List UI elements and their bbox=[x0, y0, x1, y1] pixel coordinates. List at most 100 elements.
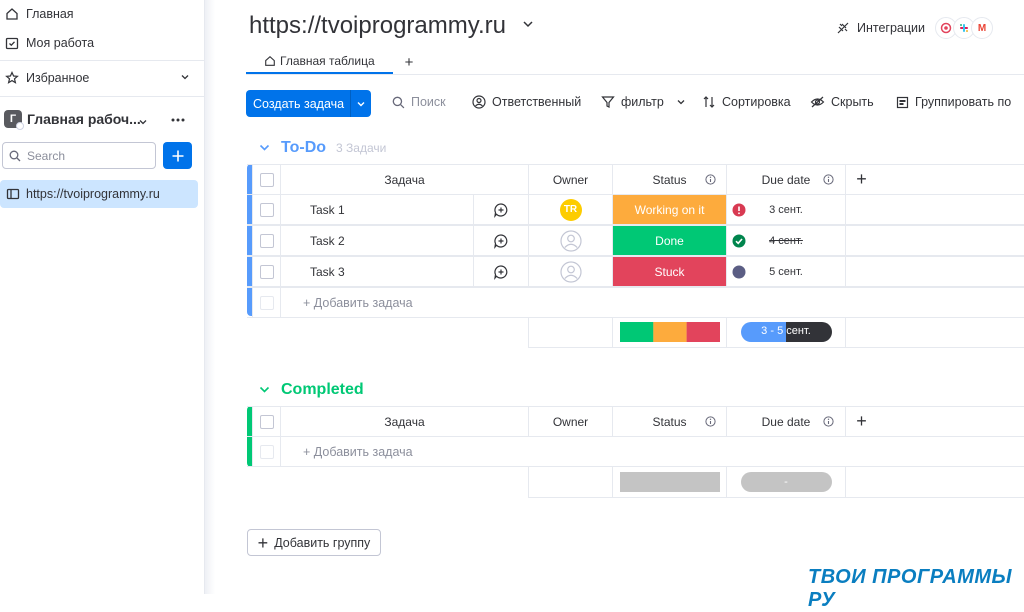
task-name-cell[interactable]: Task 3 bbox=[280, 257, 473, 286]
group-title-todo[interactable]: To-Do 3 Задачи bbox=[281, 139, 386, 157]
column-header-due-date[interactable]: Due date bbox=[726, 165, 845, 194]
select-all-cell[interactable] bbox=[252, 165, 280, 194]
status-cell[interactable]: Stuck bbox=[612, 257, 726, 286]
status-cell[interactable]: Done bbox=[612, 226, 726, 255]
title-chevron-icon[interactable] bbox=[521, 17, 535, 36]
info-icon[interactable] bbox=[823, 416, 834, 427]
summary-owner-cell bbox=[528, 467, 612, 497]
select-all-checkbox[interactable] bbox=[259, 414, 274, 429]
table-row: Task 3 Stuck 5 сент. bbox=[247, 256, 1024, 287]
task-name-cell[interactable]: Task 1 bbox=[280, 195, 473, 224]
group-collapse-icon[interactable] bbox=[258, 383, 271, 401]
sort-button[interactable]: Сортировка bbox=[702, 95, 791, 109]
add-task-input[interactable]: + Добавить задача bbox=[280, 288, 1024, 317]
create-task-button[interactable]: Создать задача bbox=[246, 90, 371, 117]
timeline-range-pill[interactable]: 3 - 5 сент. bbox=[740, 322, 832, 342]
owner-filter-button[interactable]: Ответственный bbox=[472, 95, 581, 109]
empty-cell bbox=[845, 257, 1024, 286]
column-header-task[interactable]: Задача bbox=[280, 165, 528, 194]
owner-cell[interactable] bbox=[528, 257, 612, 286]
task-updates-cell[interactable] bbox=[473, 226, 528, 255]
empty-avatar-icon[interactable] bbox=[559, 229, 582, 252]
chevron-down-icon[interactable] bbox=[351, 99, 371, 109]
column-header-status[interactable]: Status bbox=[612, 407, 726, 436]
owner-cell[interactable] bbox=[528, 226, 612, 255]
select-all-cell[interactable] bbox=[252, 407, 280, 436]
plus-icon bbox=[172, 150, 183, 161]
empty-avatar-icon[interactable] bbox=[559, 260, 582, 283]
tab-main-table[interactable]: Главная таблица bbox=[246, 50, 393, 74]
search-placeholder: Search bbox=[27, 148, 66, 163]
group-title-text: Completed bbox=[281, 381, 364, 398]
more-options-icon[interactable] bbox=[170, 113, 186, 131]
due-date-cell[interactable]: 3 сент. bbox=[726, 195, 845, 224]
column-header-status[interactable]: Status bbox=[612, 165, 726, 194]
summary-owner-cell bbox=[528, 317, 612, 347]
sidebar-item-home[interactable]: Главная bbox=[4, 3, 74, 25]
column-header-task[interactable]: Задача bbox=[280, 407, 528, 436]
add-update-icon[interactable] bbox=[493, 264, 509, 280]
row-checkbox[interactable] bbox=[259, 233, 274, 248]
column-header-label: Due date bbox=[761, 172, 811, 187]
sidebar-item-board[interactable]: https://tvoiprogrammy.ru bbox=[0, 180, 198, 208]
integrations-label: Интеграции bbox=[857, 21, 926, 35]
owner-cell[interactable]: TR bbox=[528, 195, 612, 224]
status-summary-cell[interactable] bbox=[612, 317, 726, 347]
column-header-owner[interactable]: Owner bbox=[528, 165, 612, 194]
add-task-input[interactable]: + Добавить задача bbox=[280, 437, 1024, 466]
add-group-button[interactable]: + Добавить группу bbox=[247, 529, 381, 556]
add-task-row: + Добавить задача bbox=[247, 287, 1024, 318]
add-view-button[interactable]: + bbox=[405, 54, 414, 71]
row-select-cell bbox=[252, 437, 280, 466]
chevron-down-icon[interactable] bbox=[676, 97, 686, 107]
group-collapse-icon[interactable] bbox=[258, 141, 271, 159]
due-date-summary-cell[interactable]: 3 - 5 сент. bbox=[726, 317, 845, 347]
hide-button[interactable]: Скрыть bbox=[810, 95, 874, 109]
due-date-cell[interactable]: 4 сент. bbox=[726, 226, 845, 255]
task-updates-cell[interactable] bbox=[473, 257, 528, 286]
task-updates-cell[interactable] bbox=[473, 195, 528, 224]
filter-button[interactable]: фильтр bbox=[601, 95, 692, 109]
avatar[interactable]: TR bbox=[559, 198, 582, 221]
row-select-cell[interactable] bbox=[252, 257, 280, 286]
select-all-checkbox[interactable] bbox=[259, 172, 274, 187]
empty-cell bbox=[845, 226, 1024, 255]
workspace-name[interactable]: Главная рабоч... bbox=[27, 111, 141, 127]
row-checkbox[interactable] bbox=[259, 264, 274, 279]
status-summary-cell[interactable] bbox=[612, 467, 726, 497]
page-title[interactable]: https://tvoiprogrammy.ru bbox=[249, 12, 506, 40]
sidebar-item-my-work[interactable]: Моя работа bbox=[4, 32, 94, 54]
add-item-button[interactable] bbox=[163, 142, 192, 169]
chevron-down-icon[interactable] bbox=[180, 71, 190, 85]
due-date-summary-cell[interactable]: - bbox=[726, 467, 845, 497]
create-task-label: Создать задача bbox=[253, 96, 345, 111]
watermark-logo: ТВОИ ПРОГРАММЫ РУ bbox=[808, 566, 1013, 611]
status-distribution-bar[interactable] bbox=[619, 322, 720, 342]
integrations-button[interactable]: Интеграции M bbox=[836, 17, 994, 39]
column-header-owner[interactable]: Owner bbox=[528, 407, 612, 436]
row-checkbox[interactable] bbox=[259, 202, 274, 217]
sidebar-item-favorites[interactable]: Избранное bbox=[4, 67, 190, 89]
add-update-icon[interactable] bbox=[493, 202, 509, 218]
row-select-cell[interactable] bbox=[252, 195, 280, 224]
task-name-cell[interactable]: Task 2 bbox=[280, 226, 473, 255]
board-icon bbox=[6, 188, 20, 200]
status-cell[interactable]: Working on it bbox=[612, 195, 726, 224]
search-button[interactable]: Поиск bbox=[392, 95, 446, 109]
add-column-button[interactable]: + bbox=[845, 165, 877, 194]
info-icon[interactable] bbox=[705, 174, 716, 185]
add-update-icon[interactable] bbox=[493, 233, 509, 249]
check-icon bbox=[732, 234, 746, 247]
row-select-cell[interactable] bbox=[252, 226, 280, 255]
info-icon[interactable] bbox=[823, 174, 834, 185]
search-input[interactable]: Search bbox=[2, 142, 156, 169]
timeline-range-pill[interactable]: - bbox=[740, 472, 832, 492]
group-title-completed[interactable]: Completed bbox=[281, 381, 364, 399]
column-header-due-date[interactable]: Due date bbox=[726, 407, 845, 436]
status-distribution-bar-empty[interactable] bbox=[619, 472, 720, 492]
group-by-button[interactable]: Группировать по bbox=[896, 95, 1011, 109]
add-column-button[interactable]: + bbox=[845, 407, 877, 436]
info-icon[interactable] bbox=[705, 416, 716, 427]
due-date-cell[interactable]: 5 сент. bbox=[726, 257, 845, 286]
workspace-chevron-icon[interactable] bbox=[138, 114, 148, 132]
